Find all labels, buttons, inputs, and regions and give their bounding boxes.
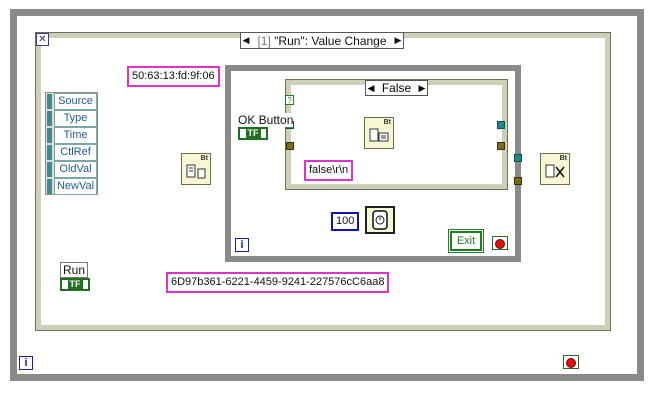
- case-refnum-tunnel-right: [497, 121, 505, 129]
- event-next-arrow[interactable]: ▶: [393, 35, 403, 46]
- exit-terminal[interactable]: Exit: [448, 229, 484, 253]
- case-next-arrow[interactable]: ▶: [417, 83, 427, 94]
- case-cluster-tunnel-left: [286, 142, 294, 150]
- bluetooth-close-vi[interactable]: Bt: [540, 153, 570, 185]
- inner-loop-stop-terminal: [492, 236, 508, 250]
- event-case-index: [1]: [257, 33, 271, 48]
- event-field-time[interactable]: Time: [54, 127, 97, 144]
- event-field-newval[interactable]: NewVal: [54, 178, 97, 195]
- wait-ms-function[interactable]: [365, 206, 395, 234]
- case-selector-terminal: ?: [285, 95, 294, 105]
- bluetooth-write-vi[interactable]: Bt: [364, 117, 394, 149]
- event-field-row: OldVal: [46, 161, 97, 178]
- event-case-selector[interactable]: ◀ [1] "Run": Value Change ▶: [240, 32, 404, 49]
- refnum-tunnel-right: [514, 154, 522, 162]
- ok-button-terminal[interactable]: TF: [238, 127, 268, 140]
- ok-button-label: OK Button: [238, 113, 294, 127]
- event-field-row: NewVal: [46, 178, 97, 195]
- case-selector[interactable]: ◀ False ▶: [365, 80, 428, 96]
- case-selector-label: False: [381, 81, 412, 95]
- run-terminal[interactable]: TF: [60, 278, 90, 291]
- event-case-label: "Run": Value Change: [274, 33, 387, 48]
- event-field-row: CtlRef: [46, 144, 97, 161]
- outer-iteration-terminal: i: [19, 356, 33, 370]
- bluetooth-close-icon: [545, 164, 565, 178]
- event-data-node[interactable]: Source Type Time CtlRef OldVal NewVal: [45, 92, 98, 195]
- case-cluster-tunnel-right: [497, 142, 505, 150]
- run-label: Run: [60, 262, 89, 278]
- inner-iteration-terminal: i: [235, 238, 249, 252]
- mac-address-constant[interactable]: 50:63:13:fd:9f:06: [127, 66, 220, 87]
- event-prev-arrow[interactable]: ◀: [241, 35, 251, 46]
- event-field-row: Type: [46, 110, 97, 127]
- false-string-constant[interactable]: false\r\n: [304, 160, 354, 181]
- event-field-ctlref[interactable]: CtlRef: [54, 144, 97, 161]
- stopwatch-icon: [372, 210, 388, 230]
- bluetooth-open-vi[interactable]: Bt: [181, 153, 211, 185]
- wait-ms-constant[interactable]: 100: [331, 212, 360, 231]
- event-field-source[interactable]: Source: [54, 93, 97, 110]
- event-field-type[interactable]: Type: [54, 110, 97, 127]
- outer-loop-stop-terminal: [563, 355, 579, 369]
- event-timeout-icon[interactable]: ✕: [36, 33, 49, 46]
- cluster-tunnel-right: [514, 177, 522, 185]
- bluetooth-open-icon: [186, 164, 206, 179]
- uuid-constant[interactable]: 6D97b361-6221-4459-9241-227576cC6aa8: [166, 272, 390, 293]
- case-prev-arrow[interactable]: ◀: [366, 83, 376, 94]
- event-field-row: Source: [46, 93, 97, 110]
- bluetooth-write-icon: [369, 128, 389, 142]
- event-field-row: Time: [46, 127, 97, 144]
- event-field-oldval[interactable]: OldVal: [54, 161, 97, 178]
